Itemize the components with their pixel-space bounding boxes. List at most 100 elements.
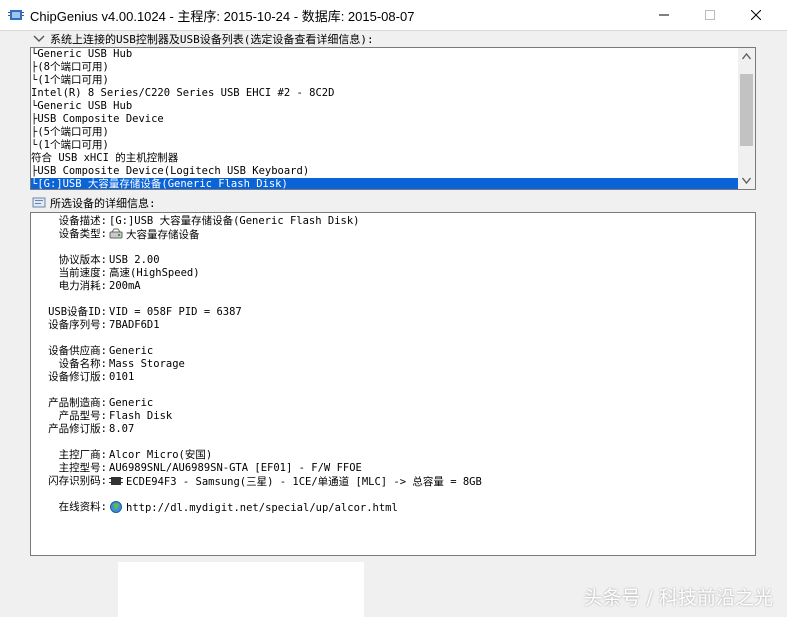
detail-value: 高速(HighSpeed) [109, 267, 200, 280]
device-details-panel[interactable]: 设备描述: [G:]USB 大容量存储设备(Generic Flash Disk)… [30, 212, 756, 556]
detail-key: 主控厂商: [58, 449, 107, 461]
detail-value-text: 8.07 [109, 423, 135, 435]
close-button[interactable] [733, 0, 779, 30]
detail-value: Alcor Micro(安国) [109, 449, 212, 462]
detail-row: 设备序列号: 7BADF6D1 [31, 319, 731, 332]
detail-key: 设备序列号: [48, 319, 107, 331]
device-tree-list[interactable]: └Generic USB Hub ├(8个端口可用) └(1个端口可用) Inte… [30, 47, 756, 190]
detail-key: 当前速度: [58, 267, 107, 279]
detail-key: 设备描述: [58, 215, 107, 227]
detail-value-text[interactable]: http://dl.mydigit.net/special/up/alcor.h… [126, 502, 398, 514]
detail-row: 在线资料: http://dl.mydigit.net/special/up/al… [31, 501, 731, 514]
details-label: 所选设备的详细信息: [32, 195, 156, 211]
detail-key: 协议版本: [58, 254, 107, 266]
device-tree-item[interactable]: ├USB Composite Device(Logitech USB Keybo… [31, 165, 739, 178]
minimize-button[interactable] [641, 0, 687, 30]
detail-value-text: 0101 [109, 371, 135, 383]
detail-row: 设备类型: 大容量存储设备 [31, 228, 731, 241]
details-label-text: 所选设备的详细信息: [50, 197, 156, 210]
scroll-down-button[interactable] [738, 172, 755, 189]
detail-key: USB设备ID: [48, 306, 107, 318]
device-tree-item[interactable]: └(1个端口可用) [31, 74, 739, 87]
device-list-label-text: 系统上连接的USB控制器及USB设备列表(选定设备查看详细信息): [50, 33, 374, 46]
detail-value-text: 200mA [109, 280, 141, 292]
detail-value: AU6989SNL/AU6989SN-GTA [EF01] - F/W FFOE [109, 462, 362, 475]
globe-icon [109, 501, 123, 513]
detail-row: 当前速度: 高速(HighSpeed) [31, 267, 731, 280]
close-icon [751, 10, 761, 20]
detail-value-text: 高速(HighSpeed) [109, 267, 200, 279]
detail-value: 0101 [109, 371, 134, 384]
detail-value: Generic [109, 345, 153, 358]
detail-row: 电力消耗: 200mA [31, 280, 731, 293]
window-title: ChipGenius v4.00.1024 - 主程序: 2015-10-24 … [30, 9, 415, 24]
device-tree-item[interactable]: └Generic USB Hub [31, 100, 739, 113]
detail-value: 200mA [109, 280, 141, 293]
detail-value-text: Generic [109, 345, 154, 357]
detail-row: 产品制造商: Generic [31, 397, 731, 410]
detail-value: VID = 058F PID = 6387 [109, 306, 242, 319]
detail-value: Mass Storage [109, 358, 185, 371]
detail-key: 主控型号: [58, 462, 107, 474]
device-tree-item[interactable]: 符合 USB xHCI 的主机控制器 [31, 152, 739, 165]
detail-value-text: [G:]USB 大容量存储设备(Generic Flash Disk) [109, 215, 360, 227]
detail-row: 闪存识别码: ECDE94F3 - Samsung(三星) - 1CE/单通道 [… [31, 475, 731, 488]
device-tree-item[interactable]: └[G:]USB 大容量存储设备(Generic Flash Disk) [31, 178, 739, 189]
detail-row: 设备名称: Mass Storage [31, 358, 731, 371]
detail-value-text: Alcor Micro(安国) [109, 449, 213, 461]
maximize-button[interactable] [687, 0, 733, 30]
detail-value-text: USB 2.00 [109, 254, 160, 266]
usb-tree-icon [32, 33, 46, 45]
chevron-down-icon [742, 177, 751, 184]
chipgenius-app-icon [8, 7, 24, 23]
maximize-icon [705, 10, 715, 20]
detail-row: USB设备ID: VID = 058F PID = 6387 [31, 306, 731, 319]
detail-value-text: Flash Disk [109, 410, 173, 422]
scroll-up-button[interactable] [738, 48, 755, 65]
detail-value: ECDE94F3 - Samsung(三星) - 1CE/单通道 [MLC] -… [109, 475, 482, 489]
device-tree-item[interactable]: ├USB Composite Device [31, 113, 739, 126]
device-tree-items: └Generic USB Hub ├(8个端口可用) └(1个端口可用) Inte… [31, 48, 739, 189]
device-tree-item[interactable]: ├(5个端口可用) [31, 126, 739, 139]
detail-key: 在线资料: [58, 501, 107, 513]
detail-value: USB 2.00 [109, 254, 160, 267]
device-tree-item[interactable]: ├(8个端口可用) [31, 61, 739, 74]
detail-row: 设备修订版: 0101 [31, 371, 731, 384]
detail-key: 产品型号: [58, 410, 107, 422]
detail-value-text: Generic [109, 397, 154, 409]
footer-blank-area [118, 562, 364, 617]
detail-key: 设备类型: [58, 228, 107, 240]
detail-value: Generic [109, 397, 153, 410]
online-info-link[interactable]: http://dl.mydigit.net/special/up/alcor.h… [109, 501, 398, 515]
device-list-scrollbar[interactable] [738, 48, 755, 189]
detail-value: 7BADF6D1 [109, 319, 160, 332]
watermark-text: 头条号 / 科技前沿之光 [583, 587, 773, 609]
detail-value-text: Mass Storage [109, 358, 185, 370]
detail-key: 设备供应商: [48, 345, 107, 357]
chevron-up-icon [742, 53, 751, 60]
detail-row: 设备供应商: Generic [31, 345, 731, 358]
detail-key: 产品修订版: [48, 423, 107, 435]
device-tree-item[interactable]: Intel(R) 8 Series/C220 Series USB EHCI #… [31, 87, 739, 100]
detail-row: 产品修订版: 8.07 [31, 423, 731, 436]
device-tree-item[interactable]: └(1个端口可用) [31, 139, 739, 152]
detail-row: 主控型号: AU6989SNL/AU6989SN-GTA [EF01] - F/W… [31, 462, 731, 475]
device-list-label: 系统上连接的USB控制器及USB设备列表(选定设备查看详细信息): [32, 31, 374, 47]
detail-value-text: 7BADF6D1 [109, 319, 160, 331]
detail-value: 大容量存储设备 [109, 228, 200, 242]
detail-row: 产品型号: Flash Disk [31, 410, 731, 423]
detail-row: 设备描述: [G:]USB 大容量存储设备(Generic Flash Disk) [31, 215, 731, 228]
title-bar[interactable]: ChipGenius v4.00.1024 - 主程序: 2015-10-24 … [0, 0, 787, 31]
detail-key: 设备修订版: [48, 371, 107, 383]
scroll-thumb[interactable] [740, 74, 753, 146]
detail-key: 电力消耗: [58, 280, 107, 292]
detail-value: Flash Disk [109, 410, 172, 423]
detail-key: 设备名称: [58, 358, 107, 370]
detail-value-text: AU6989SNL/AU6989SN-GTA [EF01] - F/W FFOE [109, 462, 362, 474]
detail-value-text: VID = 058F PID = 6387 [109, 306, 242, 318]
detail-value-text: ECDE94F3 - Samsung(三星) - 1CE/单通道 [MLC] -… [126, 476, 482, 488]
detail-row: 协议版本: USB 2.00 [31, 254, 731, 267]
device-tree-item[interactable]: └Generic USB Hub [31, 48, 739, 61]
info-panel-icon [32, 197, 46, 209]
detail-row: 主控厂商: Alcor Micro(安国) [31, 449, 731, 462]
